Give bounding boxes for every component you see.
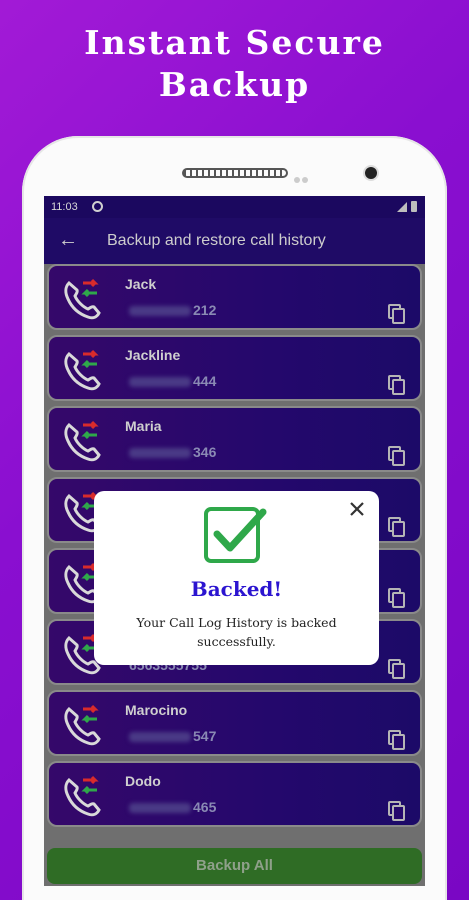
contact-number: 212 [129, 302, 216, 318]
masked-digits [129, 803, 191, 814]
call-log-icon [61, 277, 105, 321]
copy-icon[interactable] [388, 801, 406, 821]
call-list-item[interactable]: Jack 212 [47, 264, 422, 330]
masked-digits [129, 377, 191, 388]
page-title: Backup and restore call history [107, 232, 326, 249]
copy-icon[interactable] [388, 659, 406, 679]
status-time: 11:03 [51, 201, 78, 213]
copy-icon[interactable] [388, 375, 406, 395]
close-icon[interactable] [347, 499, 367, 519]
data-saver-icon [92, 201, 103, 212]
check-icon [204, 507, 267, 563]
contact-name: Maria [125, 418, 162, 434]
call-list-item[interactable]: Dodo 465 [47, 761, 422, 827]
call-list-item[interactable]: Jackline 444 [47, 335, 422, 401]
call-log-icon [61, 419, 105, 463]
contact-number: 547 [129, 728, 216, 744]
copy-icon[interactable] [388, 588, 406, 608]
signal-icon [397, 202, 407, 212]
call-log-icon [61, 348, 105, 392]
contact-number: 346 [129, 444, 216, 460]
backup-all-button[interactable]: Backup All [47, 848, 422, 884]
call-log-icon [61, 703, 105, 747]
masked-digits [129, 732, 191, 743]
number-suffix: 444 [193, 373, 217, 389]
masked-digits [129, 448, 191, 459]
dialog-message: Your Call Log History is backed successf… [136, 615, 337, 649]
masked-digits [129, 306, 191, 317]
promo-line-2: Backup [158, 65, 311, 104]
promo-headline: Instant Secure Backup [0, 22, 469, 106]
speaker-grille [182, 168, 288, 178]
number-suffix: 465 [193, 799, 217, 815]
contact-name: Jack [125, 276, 157, 292]
dialog-title: Backed! [190, 577, 283, 601]
copy-icon[interactable] [388, 730, 406, 750]
promo-line-1: Instant Secure [84, 23, 385, 62]
contact-number: 465 [129, 799, 216, 815]
battery-icon [411, 201, 417, 212]
call-log-icon [61, 774, 105, 818]
copy-icon[interactable] [388, 304, 406, 324]
front-camera [365, 167, 377, 179]
app-bar: ← Backup and restore call history [44, 218, 425, 264]
status-bar: 11:03 [44, 196, 425, 218]
contact-name: Dodo [125, 773, 161, 789]
sensor-dots [294, 170, 314, 183]
contact-number: 444 [129, 373, 216, 389]
contact-name: Marocino [125, 702, 188, 718]
back-arrow-icon[interactable]: ← [58, 229, 78, 251]
call-list-item[interactable]: Maria 346 [47, 406, 422, 472]
backup-success-dialog: Backed! Your Call Log History is backed … [94, 491, 379, 665]
number-suffix: 212 [193, 302, 217, 318]
copy-icon[interactable] [388, 446, 406, 466]
call-list-item[interactable]: Marocino 547 [47, 690, 422, 756]
number-suffix: 547 [193, 728, 217, 744]
contact-name: Jackline [125, 347, 181, 363]
copy-icon[interactable] [388, 517, 406, 537]
number-suffix: 346 [193, 444, 217, 460]
